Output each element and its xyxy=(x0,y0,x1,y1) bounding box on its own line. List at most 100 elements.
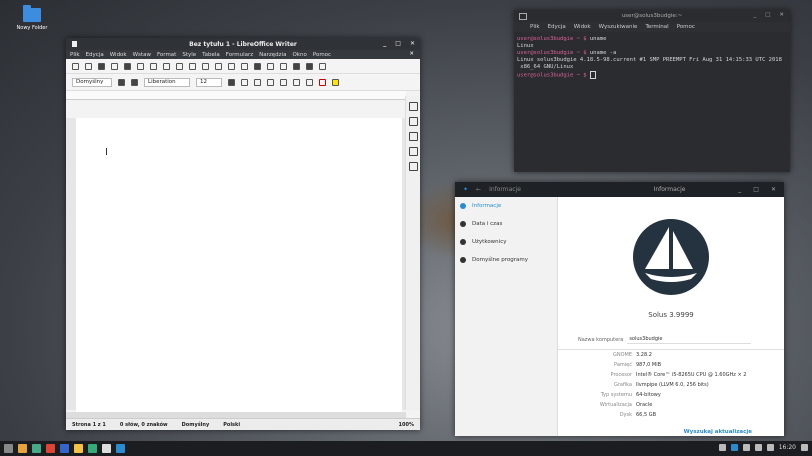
horizontal-ruler[interactable] xyxy=(66,91,406,100)
maximize-button[interactable]: □ xyxy=(395,40,401,47)
status-page[interactable]: Strona 1 z 1 xyxy=(72,422,106,428)
font-color-icon[interactable] xyxy=(319,78,326,86)
close-button[interactable]: ✕ xyxy=(410,40,415,47)
update-style-icon[interactable] xyxy=(118,78,125,86)
volume-icon[interactable] xyxy=(754,444,762,451)
new-doc-icon[interactable] xyxy=(72,62,79,70)
terminal-menu-wyszukiwanie[interactable]: Wyszukiwanie xyxy=(599,24,638,30)
menu-wstaw[interactable]: Wstaw xyxy=(133,52,151,58)
writer-app-icon[interactable] xyxy=(88,444,97,453)
clock[interactable]: 16:20 xyxy=(779,444,796,451)
terminal-menu-widok[interactable]: Widok xyxy=(574,24,591,30)
insert-table-icon[interactable] xyxy=(267,62,274,70)
files-app-icon[interactable] xyxy=(18,444,27,453)
hostname-field[interactable]: solus3budgie xyxy=(627,335,752,344)
gallery-icon[interactable] xyxy=(408,147,418,156)
menu-plik[interactable]: Plik xyxy=(70,52,80,58)
app-menu-icon[interactable] xyxy=(4,444,13,453)
terminal-menu-edycja[interactable]: Edycja xyxy=(548,24,566,30)
battery-icon[interactable] xyxy=(742,444,750,451)
music-app-icon[interactable] xyxy=(74,444,83,453)
find-replace-icon[interactable] xyxy=(228,62,235,70)
font-size-combo[interactable]: 12 xyxy=(196,77,222,87)
nav-domyslne-programy[interactable]: Domyślne programy xyxy=(455,251,557,269)
nav-data-i-czas[interactable]: Data i czas xyxy=(455,215,557,233)
insert-image-icon[interactable] xyxy=(280,62,287,70)
settings-app-icon[interactable] xyxy=(116,444,125,453)
terminal-menu-plik[interactable]: Plik xyxy=(530,24,540,30)
subscript-icon[interactable] xyxy=(293,78,300,86)
insert-chart-icon[interactable] xyxy=(293,62,300,70)
spellcheck-icon[interactable] xyxy=(241,62,248,70)
close-document-icon[interactable]: ✕ xyxy=(409,51,414,57)
document-page[interactable] xyxy=(76,118,402,418)
open-icon[interactable] xyxy=(85,62,92,70)
page-break-icon[interactable] xyxy=(319,62,326,70)
terminal-close-button[interactable]: ✕ xyxy=(779,12,784,18)
terminal-menu-pomoc[interactable]: Pomoc xyxy=(677,24,695,30)
italic-icon[interactable] xyxy=(241,78,248,86)
menu-formularz[interactable]: Formularz xyxy=(226,52,253,58)
save-icon[interactable] xyxy=(98,62,105,70)
terminal-maximize-button[interactable]: □ xyxy=(765,12,770,18)
print-preview-icon[interactable] xyxy=(137,62,144,70)
page-icon[interactable] xyxy=(408,117,418,126)
writer-titlebar[interactable]: Bez tytułu 1 - LibreOffice Writer _ □ ✕ xyxy=(66,38,420,50)
menu-edycja[interactable]: Edycja xyxy=(86,52,104,58)
minimize-button[interactable]: _ xyxy=(383,40,386,47)
menu-widok[interactable]: Widok xyxy=(110,52,127,58)
font-name-combo[interactable]: Liberation xyxy=(144,77,190,87)
properties-icon[interactable] xyxy=(408,102,418,111)
back-button[interactable]: ← xyxy=(476,186,481,193)
power-icon[interactable] xyxy=(766,444,774,451)
status-zoom[interactable]: 100% xyxy=(399,422,420,428)
undo-icon[interactable] xyxy=(202,62,209,70)
check-updates-button[interactable]: Wyszukaj aktualizacje xyxy=(684,429,752,435)
menu-tabela[interactable]: Tabela xyxy=(202,52,220,58)
info-titlebar[interactable]: ✦ ← Informacje Informacje _ □ ✕ xyxy=(455,182,784,197)
terminal-output[interactable]: user@solus3budgie ~ $ uname Linux user@sol… xyxy=(514,32,790,84)
styles-icon[interactable] xyxy=(408,132,418,141)
notifications-icon[interactable] xyxy=(718,444,726,451)
menu-pomoc[interactable]: Pomoc xyxy=(313,52,331,58)
info-minimize-button[interactable]: _ xyxy=(738,186,741,193)
cut-icon[interactable] xyxy=(150,62,157,70)
print-icon[interactable] xyxy=(124,62,131,70)
superscript-icon[interactable] xyxy=(280,78,287,86)
bold-icon[interactable] xyxy=(228,78,235,86)
menu-okno[interactable]: Okno xyxy=(292,52,306,58)
menu-style[interactable]: Style xyxy=(182,52,196,58)
copy-icon[interactable] xyxy=(163,62,170,70)
strikethrough-icon[interactable] xyxy=(267,78,274,86)
clear-format-icon[interactable] xyxy=(306,78,313,86)
nav-informacje[interactable]: Informacje xyxy=(455,197,557,215)
redo-icon[interactable] xyxy=(215,62,222,70)
raven-toggle-icon[interactable] xyxy=(801,444,808,451)
software-center-icon[interactable] xyxy=(60,444,69,453)
status-language[interactable]: Polski xyxy=(223,422,240,428)
terminal-titlebar[interactable]: user@solus3budgie:~ _ □ ✕ xyxy=(514,10,790,22)
menu-narzedzia[interactable]: Narzędzia xyxy=(259,52,286,58)
browser-app-icon[interactable] xyxy=(46,444,55,453)
desktop-folder[interactable]: Nowy Folder xyxy=(12,5,52,31)
underline-icon[interactable] xyxy=(254,78,261,86)
new-style-icon[interactable] xyxy=(131,78,138,86)
insert-textbox-icon[interactable] xyxy=(306,62,313,70)
export-pdf-icon[interactable] xyxy=(111,62,118,70)
formatting-marks-icon[interactable] xyxy=(254,62,261,70)
clone-format-icon[interactable] xyxy=(189,62,196,70)
document-app-icon[interactable] xyxy=(102,444,111,453)
menu-format[interactable]: Format xyxy=(157,52,176,58)
nav-uzytkownicy[interactable]: Użytkownicy xyxy=(455,233,557,251)
terminal-app-icon[interactable] xyxy=(32,444,41,453)
status-words[interactable]: 0 słów, 0 znaków xyxy=(120,422,168,428)
network-icon[interactable] xyxy=(730,444,738,451)
paste-icon[interactable] xyxy=(176,62,183,70)
info-maximize-button[interactable]: □ xyxy=(753,186,759,193)
terminal-menu-terminal[interactable]: Terminal xyxy=(645,24,668,30)
info-close-button[interactable]: ✕ xyxy=(771,186,776,193)
terminal-minimize-button[interactable]: _ xyxy=(753,12,756,18)
highlight-icon[interactable] xyxy=(332,78,339,86)
status-style[interactable]: Domyślny xyxy=(182,422,210,428)
paragraph-style-combo[interactable]: Domyślny xyxy=(72,77,112,87)
